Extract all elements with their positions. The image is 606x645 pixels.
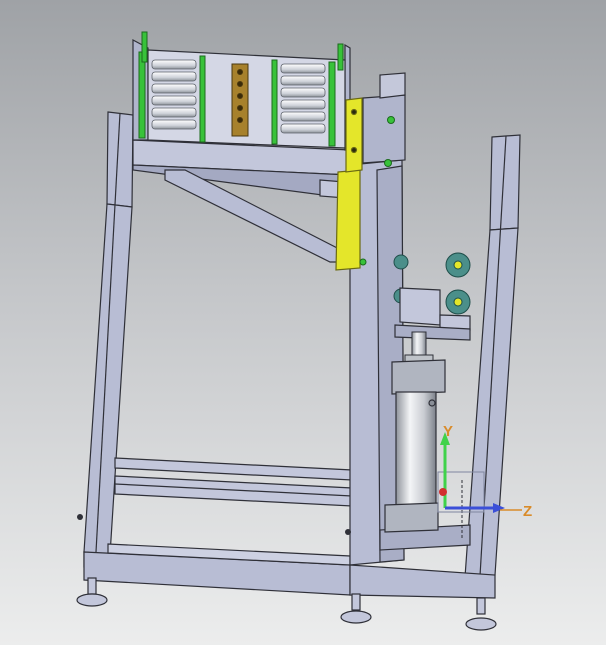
- z-axis-label: Z: [523, 503, 532, 520]
- lower-cross-rails: [114, 457, 353, 507]
- x-axis-dot: [439, 488, 447, 496]
- bolt-details: [77, 514, 351, 535]
- base-beam: [83, 543, 351, 596]
- cad-viewport[interactable]: Y Z: [0, 0, 606, 645]
- y-axis-label: Y: [443, 423, 453, 440]
- left-upright-post: [83, 111, 134, 571]
- cad-model-canvas[interactable]: Y Z: [0, 0, 606, 645]
- brass-center-bar: [231, 63, 249, 137]
